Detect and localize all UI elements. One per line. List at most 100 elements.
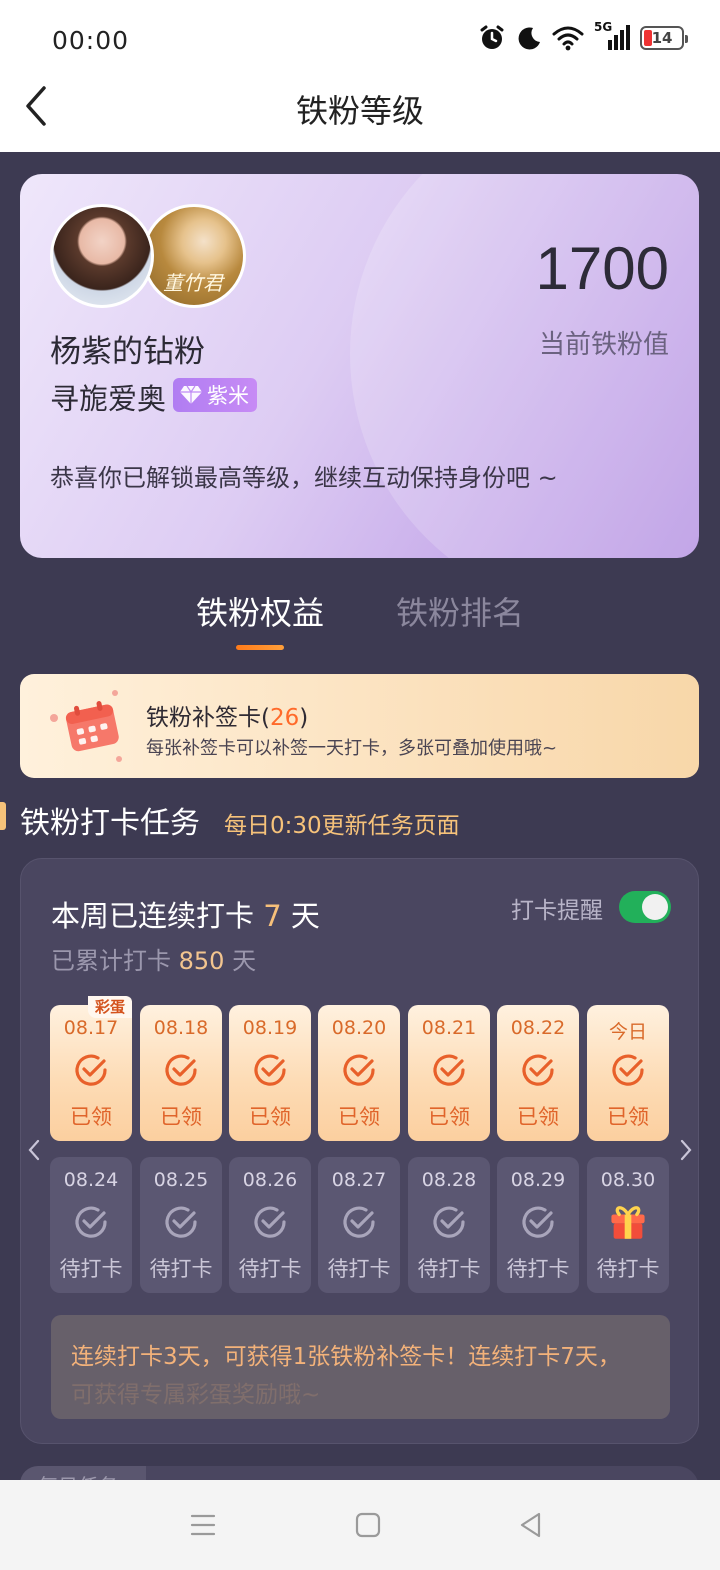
day-status: 已领 (70, 1105, 112, 1129)
section-subtitle: 每日0:30更新任务页面 (224, 813, 460, 839)
next-week-button[interactable] (676, 1136, 696, 1164)
day-date: 08.17 (63, 1017, 119, 1039)
check-circle-outline-icon (340, 1203, 378, 1241)
day-status: 待打卡 (238, 1257, 302, 1281)
gift-icon (607, 1199, 645, 1239)
home-button[interactable] (351, 1508, 385, 1542)
day-date: 今日 (608, 1021, 647, 1043)
calendar-icon (65, 701, 119, 752)
fan-badge: 紫米 (173, 378, 257, 412)
check-circle-outline-icon (519, 1203, 557, 1241)
day-date: 08.29 (510, 1169, 566, 1191)
day-date: 08.18 (153, 1017, 209, 1039)
checkin-panel: 本周已连续打卡 7 天 已累计打卡 850 天 打卡提醒 连续打卡3天，可获得1… (20, 858, 699, 1444)
decor-dot (116, 756, 122, 762)
idol-avatar[interactable]: 董竹君 (142, 204, 246, 308)
day-cell-claimed[interactable]: 08.17 已领 (50, 1005, 132, 1141)
notice-text-faded: 可获得专属彩蛋奖励哦~ (71, 1382, 321, 1408)
day-cell-pending[interactable]: 08.27 待打卡 (318, 1157, 400, 1293)
day-cell-claimed[interactable]: 08.18 已领 (140, 1005, 222, 1141)
day-status: 已领 (517, 1105, 559, 1129)
section-title: 铁粉打卡任务 (20, 806, 200, 841)
level-message: 恭喜你已解锁最高等级，继续互动保持身份吧 ~ (50, 464, 558, 492)
check-circle-outline-icon (72, 1203, 110, 1241)
tab-ranking[interactable]: 铁粉排名 (396, 588, 524, 634)
total-prefix: 已累计打卡 (51, 947, 171, 975)
fan-value-label: 当前铁粉值 (538, 330, 669, 360)
prev-week-button[interactable] (24, 1136, 44, 1164)
tab-benefits[interactable]: 铁粉权益 (196, 588, 324, 634)
day-date: 08.21 (421, 1017, 477, 1039)
streak-prefix: 本周已连续打卡 (51, 899, 255, 933)
day-cell-claimed[interactable]: 08.22 已领 (497, 1005, 579, 1141)
check-circle-outline-icon (162, 1203, 200, 1241)
diamond-icon (180, 385, 202, 404)
streak-text: 本周已连续打卡 7 天 (51, 893, 320, 935)
day-cell-pending[interactable]: 08.24 待打卡 (50, 1157, 132, 1293)
notice-text: 连续打卡3天，可获得1张铁粉补签卡！连续打卡7天， (71, 1344, 621, 1370)
day-status: 待打卡 (596, 1257, 660, 1281)
battery-icon: 14 (640, 26, 688, 50)
decor-dot (50, 714, 58, 722)
day-date: 08.28 (421, 1169, 477, 1191)
day-cell-pending[interactable]: 08.30 待打卡 (587, 1157, 669, 1293)
fan-value: 1700 (535, 235, 669, 302)
streak-suffix: 天 (290, 899, 320, 933)
chevron-right-icon (680, 1139, 692, 1161)
check-circle-icon (162, 1051, 200, 1089)
streak-days: 7 (263, 899, 282, 933)
day-date: 08.20 (331, 1017, 387, 1039)
top-bar: 00:00 5G 14 铁粉等级 (0, 0, 720, 152)
day-status: 已领 (249, 1105, 291, 1129)
day-date: 08.22 (510, 1017, 566, 1039)
day-cell-pending[interactable]: 08.25 待打卡 (140, 1157, 222, 1293)
day-date: 08.19 (242, 1017, 298, 1039)
menu-button[interactable] (186, 1508, 220, 1542)
day-cell-pending[interactable]: 08.29 待打卡 (497, 1157, 579, 1293)
makeup-card-banner[interactable]: 铁粉补签卡(26) 每张补签卡可以补签一天打卡，多张可叠加使用哦~ (20, 674, 699, 778)
alarm-icon (480, 25, 504, 49)
menu-icon (190, 1514, 216, 1536)
day-status: 已领 (428, 1105, 470, 1129)
checkin-notice: 连续打卡3天，可获得1张铁粉补签卡！连续打卡7天， 可获得专属彩蛋奖励哦~ (51, 1315, 670, 1419)
total-suffix: 天 (232, 947, 257, 975)
day-date: 08.27 (331, 1169, 387, 1191)
day-cell-pending[interactable]: 08.28 待打卡 (408, 1157, 490, 1293)
day-cell-claimed[interactable]: 08.21 已领 (408, 1005, 490, 1141)
makeup-card-title: 铁粉补签卡(26) (146, 705, 309, 731)
moon-icon (518, 27, 540, 50)
check-circle-icon (430, 1051, 468, 1089)
total-text: 已累计打卡 850 天 (51, 941, 256, 976)
reminder-label: 打卡提醒 (511, 898, 603, 924)
decor-dot (112, 690, 118, 696)
check-circle-outline-icon (430, 1203, 468, 1241)
system-nav-bar (0, 1480, 720, 1570)
day-cell-pending[interactable]: 08.26 待打卡 (229, 1157, 311, 1293)
user-avatar[interactable] (50, 204, 154, 308)
signal-icon: 5G (594, 20, 630, 52)
day-status: 已领 (338, 1105, 380, 1129)
day-cell-claimed[interactable]: 08.20 已领 (318, 1005, 400, 1141)
day-cell-claimed[interactable]: 今日 已领 (587, 1005, 669, 1141)
day-date: 08.24 (63, 1169, 119, 1191)
day-date: 08.25 (153, 1169, 209, 1191)
day-status: 待打卡 (327, 1257, 391, 1281)
chevron-left-icon (28, 1139, 40, 1161)
day-cell-claimed[interactable]: 08.19 已领 (229, 1005, 311, 1141)
status-icons: 5G 14 (478, 20, 688, 52)
day-date: 08.30 (600, 1169, 656, 1191)
check-circle-outline-icon (251, 1203, 289, 1241)
check-circle-icon (72, 1051, 110, 1089)
day-date: 08.26 (242, 1169, 298, 1191)
day-status: 待打卡 (59, 1257, 123, 1281)
avatar-caption: 董竹君 (163, 271, 223, 295)
battery-level: 14 (651, 29, 673, 47)
day-status: 待打卡 (506, 1257, 570, 1281)
day-status: 已领 (160, 1105, 202, 1129)
check-circle-icon (609, 1051, 647, 1089)
back-nav-button[interactable] (514, 1508, 548, 1542)
day-status: 待打卡 (417, 1257, 481, 1281)
reminder-toggle[interactable] (619, 891, 671, 923)
makeup-card-count: 26 (269, 705, 300, 731)
page-title: 铁粉等级 (295, 92, 424, 130)
